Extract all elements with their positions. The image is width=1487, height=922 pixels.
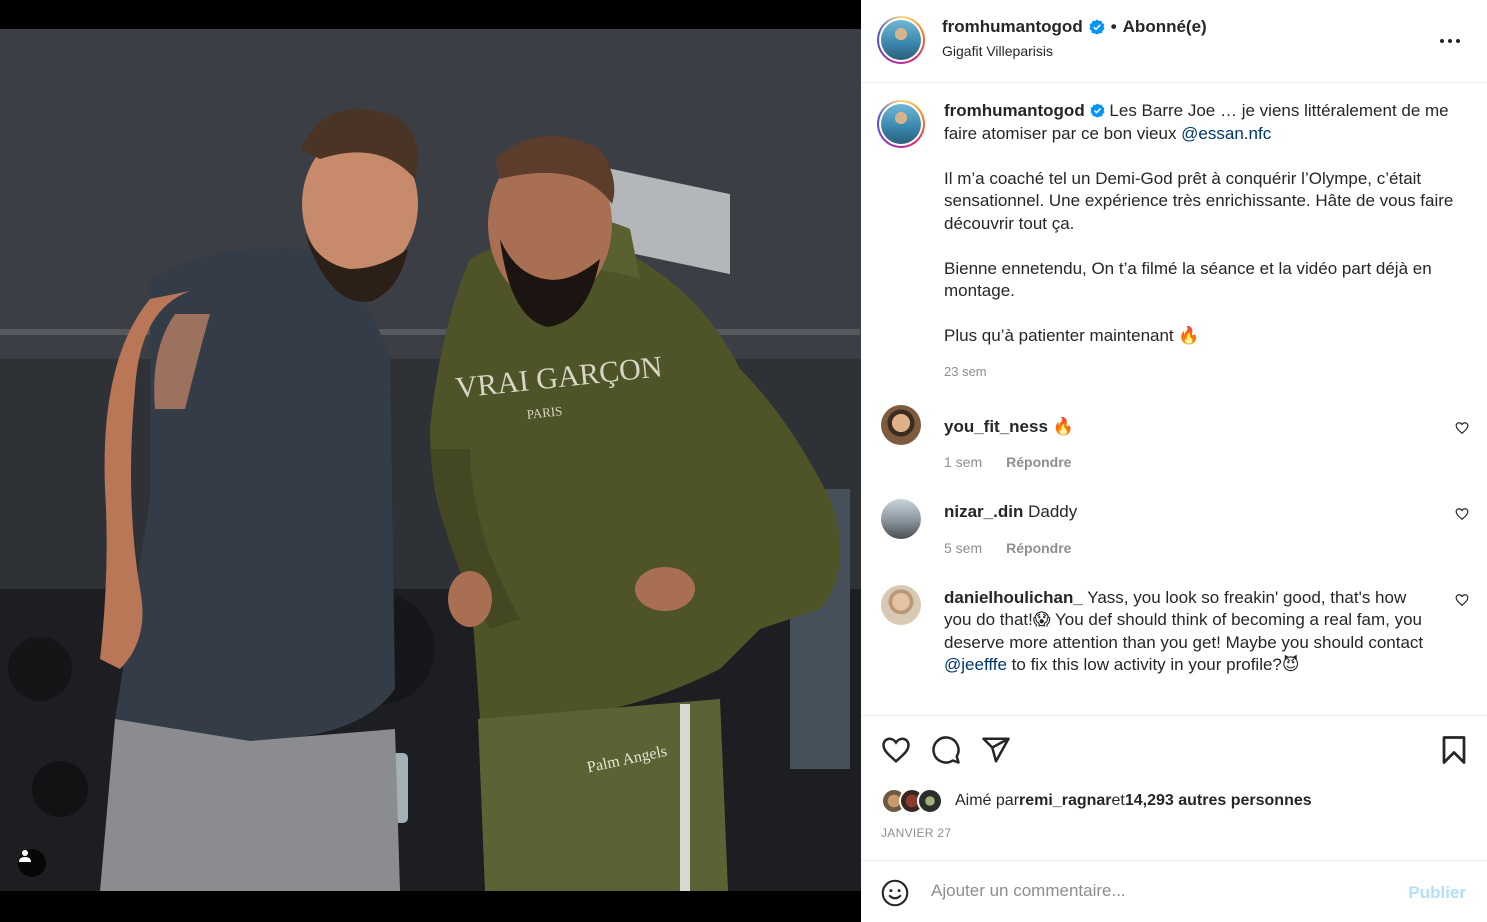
post-media: VRAI GARÇON PARIS Palm Angels	[0, 0, 861, 922]
commenter-avatar[interactable]	[881, 584, 921, 625]
save-bookmark-icon[interactable]	[1441, 735, 1467, 765]
author-username[interactable]: fromhumantogod	[942, 17, 1083, 37]
share-send-icon[interactable]	[981, 735, 1011, 765]
like-comment-heart-icon[interactable]	[1455, 421, 1469, 435]
comment-timestamp[interactable]: 5 sem	[944, 540, 982, 556]
post-location[interactable]: Gigafit Villeparisis	[942, 43, 1053, 59]
likes-count-link[interactable]: 14,293 autres personnes	[1125, 792, 1312, 810]
caption-mention-link[interactable]: @essan.nfc	[1181, 124, 1271, 143]
follow-status-button[interactable]: Abonné(e)	[1123, 17, 1207, 37]
emoji-icon[interactable]	[881, 879, 909, 907]
caption-timestamp[interactable]: 23 sem	[944, 364, 1467, 379]
comment-text: Daddy	[1023, 502, 1078, 521]
caption-text: fromhumantogod Les Barre Joe … je viens …	[944, 100, 1467, 348]
post-details-panel: fromhumantogod • Abonné(e) Gigafit Ville…	[861, 0, 1487, 922]
caption-paragraph: Il m’a coaché tel un Demi-God prêt à con…	[944, 168, 1454, 233]
verified-badge-icon	[1090, 103, 1105, 118]
liker-avatars	[881, 788, 947, 814]
comment-item: nizar_.din Daddy 5 sem Répondre	[861, 499, 1487, 556]
likes-summary: Aimé par remi_ragnar et 14,293 autres pe…	[881, 788, 1312, 814]
like-heart-icon[interactable]	[881, 735, 911, 765]
caption-paragraph: Plus qu’à patienter maintenant 🔥	[944, 326, 1200, 345]
publish-button[interactable]: Publier	[1408, 883, 1466, 903]
likes-conjunction: et	[1111, 792, 1125, 809]
commenter-username[interactable]: danielhoulichan_	[944, 588, 1083, 607]
comment-item: you_fit_ness 🔥 1 sem Répondre	[861, 404, 1487, 470]
reply-button[interactable]: Répondre	[1006, 454, 1071, 470]
post-header: fromhumantogod • Abonné(e) Gigafit Ville…	[861, 0, 1487, 83]
user-icon	[19, 850, 31, 862]
comment-item: danielhoulichan_ Yass, you look so freak…	[861, 584, 1487, 677]
post-date[interactable]: JANVIER 27	[881, 826, 951, 840]
author-line: fromhumantogod • Abonné(e)	[942, 17, 1207, 37]
more-options-icon[interactable]	[1439, 30, 1461, 52]
post-photo[interactable]: VRAI GARÇON PARIS Palm Angels	[0, 29, 861, 891]
separator-dot: •	[1110, 17, 1117, 36]
commenter-avatar[interactable]	[881, 404, 921, 445]
commenter-username[interactable]: you_fit_ness	[944, 417, 1048, 436]
comment-bubble-icon[interactable]	[931, 735, 961, 765]
liker-username[interactable]: remi_ragnar	[1019, 792, 1112, 810]
comment-timestamp[interactable]: 1 sem	[944, 454, 982, 470]
add-comment-bar: Publier	[861, 860, 1487, 922]
comment-input[interactable]	[931, 881, 1381, 901]
comment-mention-link[interactable]: @jeefffe	[944, 655, 1007, 674]
tagged-users-button[interactable]	[18, 849, 46, 877]
author-avatar[interactable]	[877, 16, 925, 64]
commenter-avatar[interactable]	[881, 499, 921, 539]
like-comment-heart-icon[interactable]	[1455, 593, 1469, 607]
verified-badge-icon	[1089, 19, 1105, 35]
comments-scroll-area[interactable]: fromhumantogod Les Barre Joe … je viens …	[861, 84, 1487, 716]
comment-text: to fix this low activity in your profile…	[1006, 655, 1300, 674]
caption-author-avatar[interactable]	[877, 100, 925, 148]
comment-text: 🔥	[1047, 416, 1074, 436]
like-comment-heart-icon[interactable]	[1455, 507, 1469, 521]
post-actions: Aimé par remi_ragnar et 14,293 autres pe…	[861, 715, 1487, 860]
photo-illustration: VRAI GARÇON PARIS Palm Angels	[0, 29, 861, 891]
commenter-username[interactable]: nizar_.din	[944, 502, 1023, 521]
post-caption: fromhumantogod Les Barre Joe … je viens …	[861, 84, 1487, 379]
likes-prefix: Aimé par	[955, 792, 1020, 809]
caption-username[interactable]: fromhumantogod	[944, 101, 1085, 120]
caption-paragraph: Bienne ennetendu, On t’a filmé la séance…	[944, 258, 1432, 301]
reply-button[interactable]: Répondre	[1006, 540, 1071, 556]
